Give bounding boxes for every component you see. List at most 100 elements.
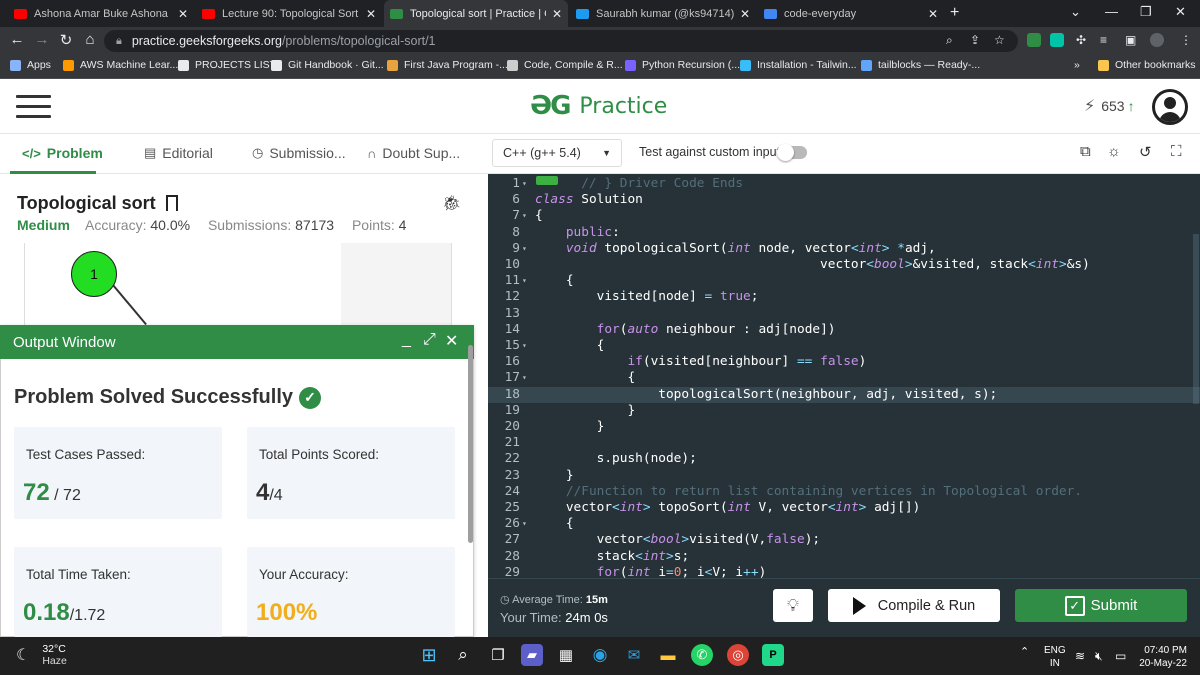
fullscreen-icon[interactable]: ⛶ (1171, 143, 1182, 160)
code-line[interactable]: 8 public: (488, 225, 1200, 241)
close-tab-icon[interactable]: ✕ (552, 7, 562, 21)
fold-arrow-icon[interactable]: ▾ (522, 176, 527, 192)
code-line[interactable]: 6 class Solution (488, 192, 1200, 208)
theme-sun-icon[interactable]: ☼ (1107, 143, 1121, 160)
code-line[interactable]: 17 ▾ { (488, 370, 1200, 386)
custom-input-toggle[interactable] (777, 144, 807, 161)
back-button[interactable]: ← (9, 31, 25, 48)
browser-tab[interactable]: code-everyday ✕ (758, 0, 944, 27)
tab-search-icon[interactable]: ⌄ (1070, 4, 1081, 20)
fold-arrow-icon[interactable]: ▾ (522, 338, 527, 354)
minimize-icon[interactable]: _ (402, 331, 411, 349)
volume-muted-icon[interactable]: 🔇︎ (1095, 649, 1103, 664)
fold-arrow-icon[interactable]: ▾ (522, 370, 527, 386)
compile-run-button[interactable]: Compile & Run (828, 589, 1000, 622)
weather-widget[interactable]: ☾ 32°C Haze (16, 643, 67, 667)
bookmark-apps[interactable]: Apps (10, 59, 51, 71)
copy-icon[interactable]: ⧉ (1080, 143, 1091, 160)
chrome-icon[interactable]: ◎ (727, 644, 749, 666)
code-line[interactable]: 26 ▾ { (488, 516, 1200, 532)
wifi-icon[interactable]: ≋ (1075, 649, 1085, 663)
extension-shield-icon[interactable] (1027, 33, 1041, 47)
clock[interactable]: 07:40 PM 20-May-22 (1137, 644, 1187, 670)
restore-button[interactable]: ❐ (1140, 4, 1152, 20)
code-line[interactable]: 10 vector<bool>&visited, stack<int>&s) (488, 257, 1200, 273)
code-line[interactable]: 27 vector<bool>visited(V,false); (488, 532, 1200, 548)
output-scrollbar[interactable] (468, 345, 473, 543)
file-explorer-icon[interactable]: ▬ (657, 644, 679, 666)
code-line[interactable]: 15 ▾ { (488, 338, 1200, 354)
tab-editorial[interactable]: ▤ Editorial (144, 145, 213, 161)
new-tab-button[interactable]: + (950, 4, 959, 22)
code-line[interactable]: 12 visited[node] = true; (488, 289, 1200, 305)
code-line[interactable]: 23 } (488, 468, 1200, 484)
browser-tab[interactable]: Saurabh kumar (@ks94714) / Tw ✕ (570, 0, 756, 27)
address-bar[interactable]: 🔒︎ practice.geeksforgeeks.org/problems/t… (104, 30, 1018, 52)
code-line[interactable]: 24 //Function to return list containing … (488, 484, 1200, 500)
profile-icon[interactable] (1150, 33, 1164, 47)
bookmark-item[interactable]: PROJECTS LIST (178, 59, 276, 71)
editor-scrollbar[interactable] (1193, 234, 1199, 404)
minimize-button[interactable]: — (1105, 4, 1118, 19)
bookmark-item[interactable]: AWS Machine Lear... (63, 59, 178, 71)
code-line[interactable]: 22 s.push(node); (488, 451, 1200, 467)
code-line[interactable]: 7 ▾ { (488, 208, 1200, 224)
close-icon[interactable]: ✕ (445, 331, 458, 351)
bookmark-item[interactable]: Installation - Tailwin... (740, 59, 857, 71)
code-line[interactable]: 25 vector<int> topoSort(int V, vector<in… (488, 500, 1200, 516)
teams-chat-icon[interactable]: ▰ (521, 644, 543, 666)
fold-arrow-icon[interactable]: ▾ (522, 516, 527, 532)
report-bug-icon[interactable]: 🐞︎ (442, 194, 461, 212)
streak-counter[interactable]: ⚡︎ 653 ↑ (1084, 96, 1135, 116)
fold-arrow-icon[interactable]: ▾ (522, 241, 527, 257)
windows-start-icon[interactable]: ⊞ (418, 644, 440, 666)
code-line[interactable]: 9 ▾ void topologicalSort(int node, vector… (488, 241, 1200, 257)
browser-tab[interactable]: Ashona Amar Buke Ashona | Cha ✕ (8, 0, 194, 27)
hamburger-menu-icon[interactable] (16, 95, 51, 119)
tab-doubt-support[interactable]: ∩ Doubt Sup... (367, 145, 460, 161)
folded-code-badge[interactable] (536, 176, 558, 185)
forward-button[interactable]: → (34, 31, 50, 48)
bookmark-icon[interactable] (166, 195, 178, 211)
bookmark-item[interactable]: Git Handbook · Git... (271, 59, 384, 71)
home-button[interactable]: ⌂ (82, 31, 98, 48)
code-line[interactable]: 19 } (488, 403, 1200, 419)
code-line[interactable]: 21 (488, 435, 1200, 451)
code-line[interactable]: 28 stack<int>s; (488, 549, 1200, 565)
close-tab-icon[interactable]: ✕ (740, 7, 750, 21)
user-avatar[interactable] (1152, 89, 1188, 125)
gfg-logo[interactable]: ƏG Practice (530, 91, 667, 121)
code-line[interactable]: 16 if(visited[neighbour] == false) (488, 354, 1200, 370)
fold-arrow-icon[interactable]: ▾ (522, 273, 527, 289)
widgets-icon[interactable]: ▦ (555, 644, 577, 666)
bookmark-item[interactable]: First Java Program -... (387, 59, 508, 71)
code-line[interactable]: 14 for(auto neighbour : adj[node]) (488, 322, 1200, 338)
code-line[interactable]: 18 topologicalSort(neighbour, adj, visit… (488, 386, 1200, 403)
code-line[interactable]: 13 (488, 306, 1200, 322)
reload-button[interactable]: ↻ (58, 31, 74, 49)
search-icon[interactable]: ⌕ (452, 644, 474, 666)
expand-icon[interactable]: ⤢ (423, 331, 436, 349)
submit-button[interactable]: ✓ Submit (1015, 589, 1187, 622)
extension-icon[interactable] (1050, 33, 1064, 47)
battery-icon[interactable]: ▭ (1115, 649, 1126, 663)
hint-bulb-button[interactable]: 💡︎ (773, 589, 813, 622)
bookmark-item[interactable]: tailblocks — Ready-... (861, 59, 980, 71)
share-icon[interactable]: ⇪ (970, 33, 980, 47)
sidepanel-icon[interactable]: ▣ (1125, 33, 1136, 47)
tab-problem[interactable]: </> Problem (22, 145, 103, 161)
whatsapp-icon[interactable]: ✆ (691, 644, 713, 666)
more-bookmarks-button[interactable]: » (1074, 59, 1080, 71)
close-tab-icon[interactable]: ✕ (178, 7, 188, 21)
tab-submissions[interactable]: ◷ Submissio... (252, 145, 346, 161)
close-tab-icon[interactable]: ✕ (928, 7, 938, 21)
code-line[interactable]: 1 ▾ // } Driver Code Ends (488, 176, 1200, 192)
extensions-puzzle-icon[interactable]: ✣ (1076, 33, 1086, 47)
close-window-button[interactable]: ✕ (1175, 4, 1186, 20)
pycharm-icon[interactable]: P (762, 644, 784, 666)
mail-icon[interactable]: ✉ (623, 644, 645, 666)
bookmark-item[interactable]: Code, Compile & R... (507, 59, 623, 71)
code-line[interactable]: 20 } (488, 419, 1200, 435)
other-bookmarks[interactable]: Other bookmarks (1098, 59, 1196, 71)
media-icon[interactable]: ≡ (1100, 33, 1107, 47)
